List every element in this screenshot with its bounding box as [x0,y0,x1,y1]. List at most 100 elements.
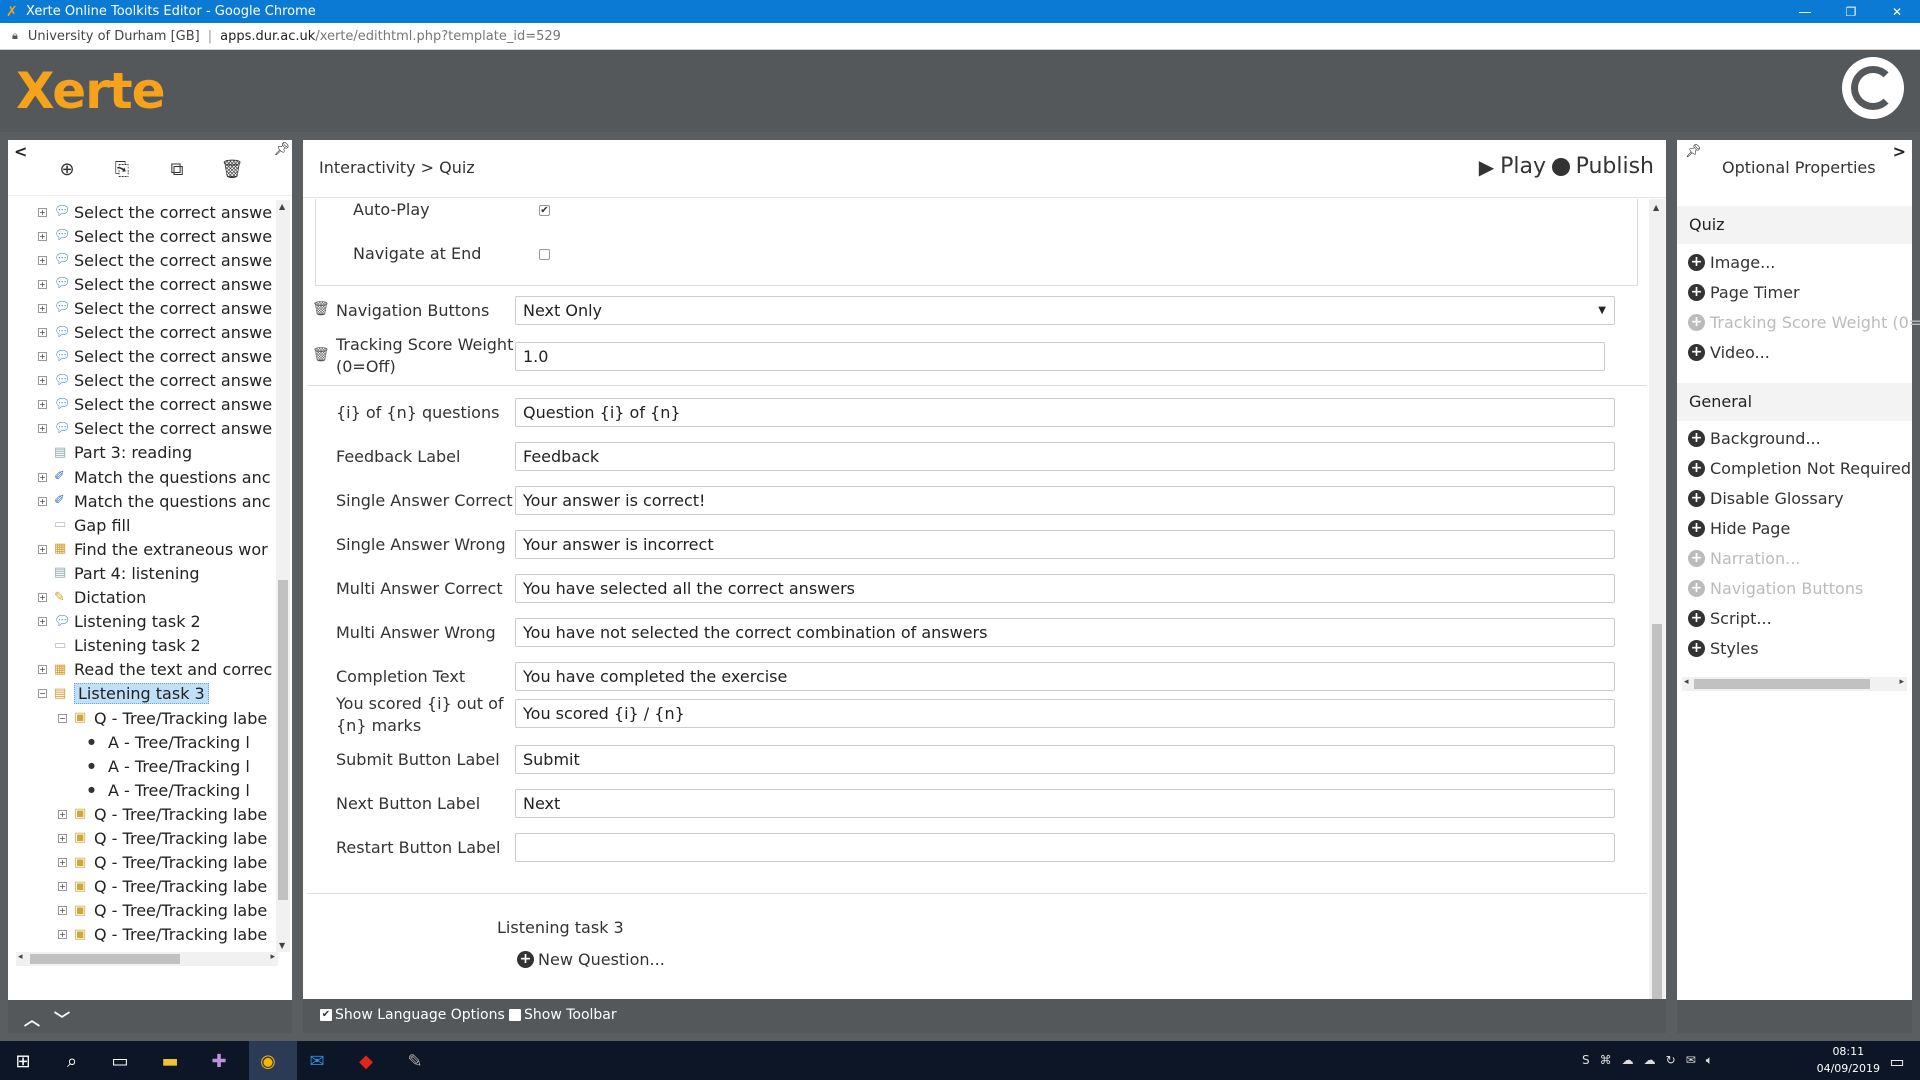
tree-item[interactable]: − ▣ Q - Tree/Tracking labe [8,706,276,730]
outlook-icon[interactable]: ✉ [305,1049,329,1073]
expand-node-icon[interactable]: + [38,328,47,338]
move-down-icon[interactable]: ﹀ [54,1006,70,1030]
project-tree[interactable]: + 💬︎ Select the correct answe + 💬︎ Select the… [8,200,276,952]
scored-input[interactable]: You scored {i} / {n} [515,699,1615,728]
next-button-label-input[interactable]: Next [515,789,1615,818]
file-explorer-icon[interactable]: ▬ [158,1049,182,1073]
volume-icon[interactable]: 🔈︎ [1706,1053,1713,1068]
network-icon[interactable]: ⌘ [1600,1053,1612,1068]
tree-item[interactable]: + 💬︎ Select the correct answe [8,248,276,272]
expand-node-icon[interactable]: + [38,352,47,362]
text-field-input[interactable]: Question {i} of {n} [515,398,1615,427]
optional-property-item[interactable]: + Hide Page [1688,519,1790,538]
expand-node-icon[interactable]: + [58,906,67,916]
skype-icon[interactable]: S [1582,1053,1590,1068]
notifications-icon[interactable]: ▭ [1885,1049,1909,1073]
delete-property-icon[interactable]: 🗑︎ [312,301,330,317]
expand-node-icon[interactable]: + [38,400,47,410]
expand-node-icon[interactable]: + [38,376,47,386]
expand-node-icon[interactable]: + [38,472,47,482]
tree-item[interactable]: + ▣ Q - Tree/Tracking labe [8,826,276,850]
tree-item[interactable]: + ▦ Read the text and correc [8,658,276,682]
tree-item[interactable]: + 💬︎ Select the correct answe [8,296,276,320]
tracking-score-weight-input[interactable]: 1.0 [515,342,1605,371]
sync-icon[interactable]: ↻ [1666,1053,1676,1068]
show-language-options-toggle[interactable]: ✔ Show Language Options [320,1007,505,1023]
expand-node-icon[interactable]: + [58,809,67,819]
tree-horizontal-scrollbar[interactable]: ◂ ▸ [16,952,278,966]
tree-item[interactable]: + ▣ Q - Tree/Tracking labe [8,802,276,826]
tree-item[interactable]: + ▣ Q - Tree/Tracking labe [8,851,276,875]
tree-vertical-scrollbar[interactable]: ▲ ▼ [276,200,290,952]
optional-property-item[interactable]: + Video... [1688,343,1770,362]
publish-button[interactable]: Publish [1551,154,1654,179]
url-text[interactable]: apps.dur.ac.uk/xerte/edithtml.php?templa… [220,29,561,44]
tree-item[interactable]: + 💬︎ Select the correct answe [8,200,276,224]
tree-item[interactable]: + 💬︎ Select the correct answe [8,224,276,248]
submit-button-label-input[interactable]: Submit [515,745,1615,774]
add-page-icon[interactable]: ⊕ [56,158,78,180]
editor-vertical-scrollbar[interactable]: ▲ [1649,199,1665,999]
tree-item[interactable]: + ✐ Match the questions anc [8,465,276,489]
tree-item[interactable]: + ▦ Find the extraneous wor [8,537,276,561]
text-field-input[interactable]: Your answer is correct! [515,486,1615,515]
collapse-node-icon[interactable]: − [58,713,67,723]
text-field-input[interactable]: Feedback [515,442,1615,471]
move-up-icon[interactable]: ︿ [24,1006,40,1030]
text-field-input[interactable]: You have not selected the correct combin… [515,618,1615,647]
expand-node-icon[interactable]: + [38,279,47,289]
import-page-icon[interactable]: ⎘ [111,158,133,180]
tree-item[interactable]: + 💬︎ Select the correct answe [8,369,276,393]
tree-item[interactable]: + ▣ Q - Tree/Tracking labe [8,923,276,947]
delete-property-icon[interactable]: 🗑︎ [312,347,330,363]
expand-node-icon[interactable]: + [38,544,47,554]
new-question-button[interactable]: + New Question... [517,950,665,969]
cloud-icon[interactable]: ☁ [1644,1053,1656,1068]
text-field-input[interactable]: You have selected all the correct answer… [515,574,1615,603]
expand-node-icon[interactable]: + [38,665,47,675]
tree-item[interactable]: + 💬︎ Select the correct answe [8,272,276,296]
tree-item[interactable]: + ✎ Dictation [8,586,276,610]
tree-item[interactable]: + 💬︎ Select the correct answe [8,393,276,417]
tree-item[interactable]: + 💬︎ Select the correct answe [8,320,276,344]
chrome-icon[interactable]: ◉ [256,1049,280,1073]
system-tray[interactable]: S ⌘ ☁ ☁ ↻ ✉ 🔈︎ [1582,1053,1713,1068]
auto-play-checkbox[interactable]: ✔ [539,205,550,216]
optional-property-item[interactable]: + Script... [1688,609,1772,628]
expand-node-icon[interactable]: + [58,930,67,940]
expand-node-icon[interactable]: + [38,496,47,506]
clock[interactable]: 08:11 04/09/2019 [1817,1043,1880,1077]
teams-icon[interactable]: ✚ [207,1049,231,1073]
task-view-icon[interactable]: ▭ [108,1049,132,1073]
collapse-panel-icon[interactable]: > [1893,142,1906,161]
expand-node-icon[interactable]: + [38,424,47,434]
pin-panel-icon[interactable]: 📌︎ [273,142,290,157]
expand-node-icon[interactable]: + [38,303,47,313]
tree-item[interactable]: + 💬︎ Select the correct answe [8,345,276,369]
tree-item[interactable]: ▤ Part 3: reading [8,441,276,465]
minimize-button[interactable]: ― [1782,0,1828,23]
text-field-input[interactable]: Your answer is incorrect [515,530,1615,559]
optional-property-item[interactable]: + Page Timer [1688,283,1800,302]
tree-item[interactable]: − ▤ Listening task 3 [8,682,276,706]
tree-item[interactable]: + ▣ Q - Tree/Tracking labe [8,875,276,899]
close-window-button[interactable]: ✕ [1874,0,1920,23]
windows-start-icon[interactable]: ⊞ [11,1049,35,1073]
tree-item[interactable]: ▭ Gap fill [8,513,276,537]
collapse-node-icon[interactable]: − [38,689,47,699]
pin-panel-icon[interactable]: 📌︎ [1685,144,1702,159]
acrobat-icon[interactable]: ◆ [354,1049,378,1073]
restore-button[interactable]: ❐ [1828,0,1874,23]
outlook-tray-icon[interactable]: ✉ [1686,1053,1696,1068]
expand-node-icon[interactable]: + [38,231,47,241]
tree-item[interactable]: + ✐ Match the questions anc [8,489,276,513]
show-toolbar-toggle[interactable]: Show Toolbar [509,1007,617,1023]
navigate-at-end-checkbox[interactable] [539,249,550,260]
optional-property-item[interactable]: + Styles [1688,639,1759,658]
expand-node-icon[interactable]: + [58,858,67,868]
tree-item[interactable]: ▭ Listening task 2 [8,634,276,658]
expand-node-icon[interactable]: + [38,207,47,217]
optional-property-item[interactable]: + Disable Glossary [1688,489,1844,508]
collapse-panel-icon[interactable]: < [14,142,27,161]
expand-node-icon[interactable]: + [38,593,47,603]
